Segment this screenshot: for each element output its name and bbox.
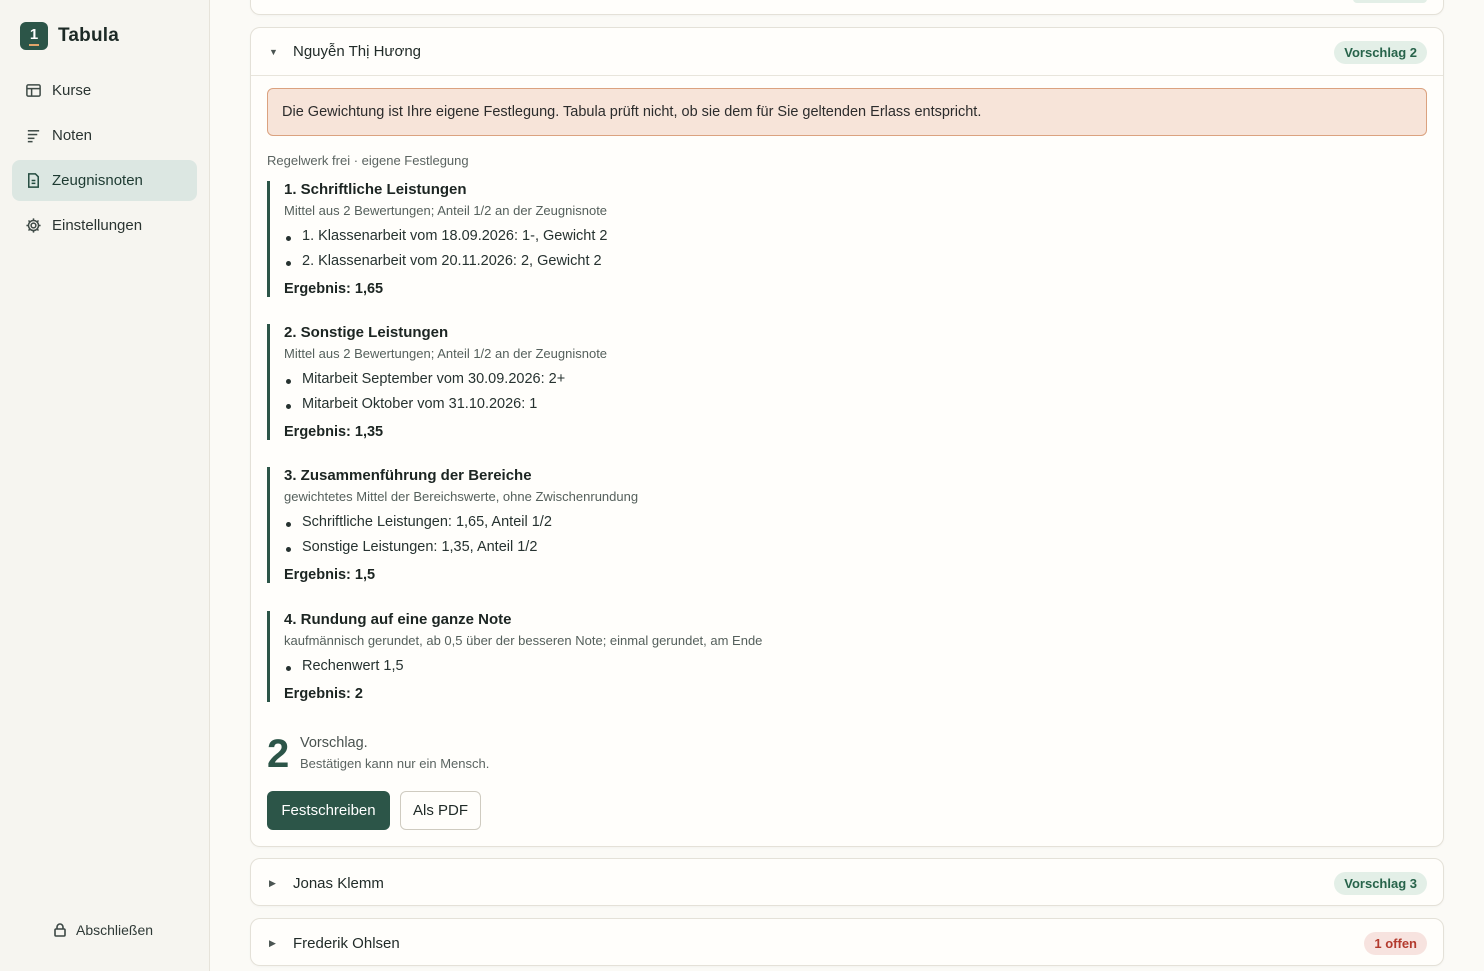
chevron-down-icon: ▼ — [269, 46, 278, 57]
brand[interactable]: 1 Tabula — [20, 22, 119, 50]
lock-label: Abschließen — [76, 922, 154, 938]
student-card-previous — [250, 0, 1444, 15]
step-title: 2. Sonstige Leistungen — [284, 324, 449, 341]
commit-button[interactable]: Festschreiben — [267, 791, 390, 830]
ruleset-label: Regelwerk frei · eigene Festlegung — [267, 153, 469, 168]
step-items: Schriftliche Leistungen: 1,65, Anteil 1/… — [284, 514, 1167, 564]
sidebar-item-label: Zeugnisnoten — [52, 172, 143, 189]
student-card-expanded: ▼ Nguyễn Thị Hương Vorschlag 2 Die Gewic… — [250, 27, 1444, 847]
sidebar-item-kurse[interactable]: Kurse — [12, 70, 197, 111]
list-item: 2. Klassenarbeit vom 20.11.2026: 2, Gewi… — [284, 253, 1167, 278]
student-card-collapsed[interactable]: ▶ Jonas Klemm Vorschlag 3 — [250, 858, 1444, 906]
list-item: Rechenwert 1,5 — [284, 658, 1167, 683]
sidebar: 1 Tabula Kurse Noten Zeugnisnoten Einste… — [0, 0, 210, 971]
student-name: Jonas Klemm — [293, 874, 384, 892]
student-card-header[interactable]: ▶ Frederik Ohlsen 1 offen — [251, 919, 1443, 967]
calc-step-other: 2. Sonstige Leistungen Mittel aus 2 Bewe… — [267, 324, 1167, 440]
step-result: Ergebnis: 1,5 — [284, 567, 376, 583]
student-name: Nguyễn Thị Hương — [293, 43, 421, 60]
chevron-right-icon: ▶ — [269, 937, 276, 948]
step-items: Mitarbeit September vom 30.09.2026: 2+ M… — [284, 371, 1167, 421]
sidebar-item-einstellungen[interactable]: Einstellungen — [12, 205, 197, 246]
sidebar-item-label: Noten — [52, 127, 93, 144]
warning-banner: Die Gewichtung ist Ihre eigene Festlegun… — [267, 88, 1427, 136]
lock-icon — [54, 923, 66, 937]
list-icon — [24, 127, 42, 145]
lock-button[interactable]: Abschließen — [52, 922, 153, 938]
grade-proposal: 2 Vorschlag. Bestätigen kann nur ein Men… — [267, 731, 489, 777]
calc-step-merge: 3. Zusammenführung der Bereiche gewichte… — [267, 467, 1167, 583]
proposal-grade: 2 — [267, 732, 290, 776]
document-icon — [24, 172, 42, 190]
calc-step-rounding: 4. Rundung auf eine ganze Note kaufmänni… — [267, 611, 1167, 702]
chevron-right-icon: ▶ — [269, 877, 276, 888]
status-badge — [1353, 0, 1427, 3]
app-name: Tabula — [58, 25, 120, 46]
layout-icon — [24, 82, 42, 100]
proposal-label: Vorschlag. — [300, 735, 368, 751]
student-name: Frederik Ohlsen — [293, 934, 400, 952]
list-item: Schriftliche Leistungen: 1,65, Anteil 1/… — [284, 514, 1167, 539]
list-item: 1. Klassenarbeit vom 18.09.2026: 1-, Gew… — [284, 228, 1167, 253]
step-title: 1. Schriftliche Leistungen — [284, 181, 467, 198]
sidebar-item-noten[interactable]: Noten — [12, 115, 197, 156]
step-result: Ergebnis: 1,35 — [284, 424, 384, 440]
step-description: gewichtetes Mittel der Bereichswerte, oh… — [284, 489, 639, 504]
step-result: Ergebnis: 1,65 — [284, 281, 384, 297]
step-description: kaufmännisch gerundet, ab 0,5 über der b… — [284, 633, 763, 648]
status-badge: Vorschlag 2 — [1334, 41, 1427, 64]
student-card-header[interactable]: ▼ Nguyễn Thị Hương Vorschlag 2 — [251, 28, 1443, 76]
list-item: Mitarbeit Oktober vom 31.10.2026: 1 — [284, 396, 1167, 421]
sidebar-nav: Kurse Noten Zeugnisnoten Einstellungen — [12, 70, 197, 250]
step-items: Rechenwert 1,5 — [284, 658, 1167, 683]
step-title: 4. Rundung auf eine ganze Note — [284, 611, 512, 628]
sidebar-item-zeugnisnoten[interactable]: Zeugnisnoten — [12, 160, 197, 201]
pdf-button[interactable]: Als PDF — [400, 791, 481, 830]
status-badge: 1 offen — [1364, 932, 1427, 955]
calc-step-written: 1. Schriftliche Leistungen Mittel aus 2 … — [267, 181, 1167, 297]
step-items: 1. Klassenarbeit vom 18.09.2026: 1-, Gew… — [284, 228, 1167, 278]
proposal-note: Bestätigen kann nur ein Mensch. — [300, 756, 490, 771]
step-title: 3. Zusammenführung der Bereiche — [284, 467, 532, 484]
step-description: Mittel aus 2 Bewertungen; Anteil 1/2 an … — [284, 346, 608, 361]
student-card-header[interactable]: ▶ Jonas Klemm Vorschlag 3 — [251, 859, 1443, 907]
student-card-collapsed[interactable]: ▶ Frederik Ohlsen 1 offen — [250, 918, 1444, 966]
sidebar-item-label: Kurse — [52, 82, 92, 99]
gear-icon — [24, 217, 42, 235]
sidebar-item-label: Einstellungen — [52, 217, 143, 234]
status-badge: Vorschlag 3 — [1334, 872, 1427, 895]
step-result: Ergebnis: 2 — [284, 686, 363, 702]
step-description: Mittel aus 2 Bewertungen; Anteil 1/2 an … — [284, 203, 608, 218]
list-item: Sonstige Leistungen: 1,35, Anteil 1/2 — [284, 539, 1167, 564]
app-logo-icon: 1 — [20, 22, 48, 50]
list-item: Mitarbeit September vom 30.09.2026: 2+ — [284, 371, 1167, 396]
